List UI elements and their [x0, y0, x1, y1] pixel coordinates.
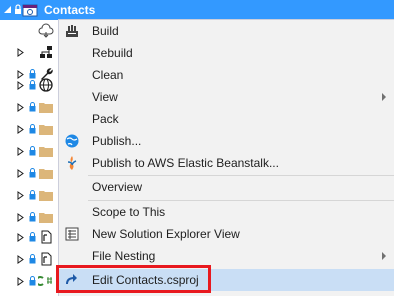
menu-item-overview[interactable]: Overview [59, 176, 394, 198]
expand-arrow-icon[interactable] [17, 233, 24, 242]
expand-arrow-icon[interactable] [17, 277, 24, 286]
lock-icon [29, 168, 36, 178]
menu-item-label: Rebuild [92, 46, 133, 60]
folder-icon [39, 125, 53, 135]
globe-icon [65, 134, 79, 148]
expand-arrow-icon[interactable] [17, 81, 24, 90]
menu-item-label: Publish... [92, 134, 142, 148]
lock-icon [29, 276, 36, 286]
menu-item-scope-to-this[interactable]: Scope to This [59, 201, 394, 223]
csharp-project-icon [22, 4, 38, 17]
tree-row[interactable] [0, 162, 60, 184]
connected-services-icon [38, 23, 54, 38]
submenu-arrow-icon [382, 93, 386, 101]
folder-icon [39, 191, 53, 201]
expand-arrow-icon[interactable] [17, 213, 24, 222]
menu-item-label: Clean [92, 68, 124, 82]
tree-row[interactable] [0, 118, 60, 140]
menu-item-rebuild[interactable]: Rebuild [59, 42, 394, 64]
project-title: Contacts [44, 3, 96, 17]
tree-row[interactable] [0, 270, 60, 292]
lock-icon [29, 146, 36, 156]
lock-icon [15, 4, 21, 14]
folder-icon [39, 169, 53, 179]
menu-item-new-solution-explorer-view[interactable]: New Solution Explorer View [59, 223, 394, 245]
lock-icon [29, 190, 36, 200]
lock-icon [29, 232, 36, 242]
tree-row[interactable] [0, 41, 60, 63]
lock-icon [29, 80, 36, 90]
globe-icon [39, 78, 53, 92]
context-menu: Build Rebuild Clean View Pack Publish...… [58, 19, 394, 296]
menu-item-label: File Nesting [92, 249, 156, 263]
folder-icon [39, 147, 53, 157]
expand-arrow-icon[interactable] [17, 191, 24, 200]
expand-arrow-icon[interactable] [17, 147, 24, 156]
menu-item-pack[interactable]: Pack [59, 108, 394, 130]
tree-row[interactable] [0, 20, 60, 42]
new-view-icon [65, 227, 79, 241]
project-node-contacts[interactable]: Contacts [0, 0, 394, 20]
aws-beanstalk-icon [67, 156, 77, 170]
lock-icon [29, 254, 36, 264]
tree-row[interactable] [0, 140, 60, 162]
expand-arrow-icon[interactable] [17, 125, 24, 134]
annotation-highlight-box [56, 265, 211, 293]
menu-item-publish[interactable]: Publish... [59, 130, 394, 152]
tree-row[interactable] [0, 226, 60, 248]
menu-item-view[interactable]: View [59, 86, 394, 108]
folder-icon [39, 213, 53, 223]
menu-item-file-nesting[interactable]: File Nesting [59, 245, 394, 267]
tree-row[interactable] [0, 74, 60, 96]
menu-item-label: Build [92, 24, 119, 38]
menu-item-label: Publish to AWS Elastic Beanstalk... [92, 156, 279, 170]
menu-item-label: Scope to This [92, 205, 166, 219]
menu-item-label: View [92, 90, 118, 104]
expand-arrow-icon[interactable] [17, 48, 24, 57]
menu-item-label: New Solution Explorer View [92, 227, 240, 241]
menu-item-label: Overview [92, 180, 143, 194]
lock-icon [29, 124, 36, 134]
expand-arrow-icon[interactable] [17, 169, 24, 178]
submenu-arrow-icon [382, 252, 386, 260]
dependencies-icon [40, 46, 52, 58]
expand-arrow-icon[interactable] [17, 103, 24, 112]
tree-row[interactable] [0, 206, 60, 228]
menu-item-clean[interactable]: Clean [59, 64, 394, 86]
csharp-file-icon [38, 276, 52, 286]
folder-icon [39, 103, 53, 113]
lock-icon [29, 212, 36, 222]
tree-row[interactable] [0, 96, 60, 118]
build-icon [66, 25, 78, 37]
xaml-file-icon [41, 230, 52, 244]
expand-arrow-icon[interactable] [17, 255, 24, 264]
tree-row[interactable] [0, 248, 60, 270]
tree-row[interactable] [0, 184, 60, 206]
menu-item-publish-aws[interactable]: Publish to AWS Elastic Beanstalk... [59, 152, 394, 174]
menu-item-label: Pack [92, 112, 119, 126]
lock-icon [29, 102, 36, 112]
chevron-down-icon[interactable] [3, 5, 12, 14]
xaml-file-icon [41, 252, 52, 266]
menu-item-build[interactable]: Build [59, 20, 394, 42]
